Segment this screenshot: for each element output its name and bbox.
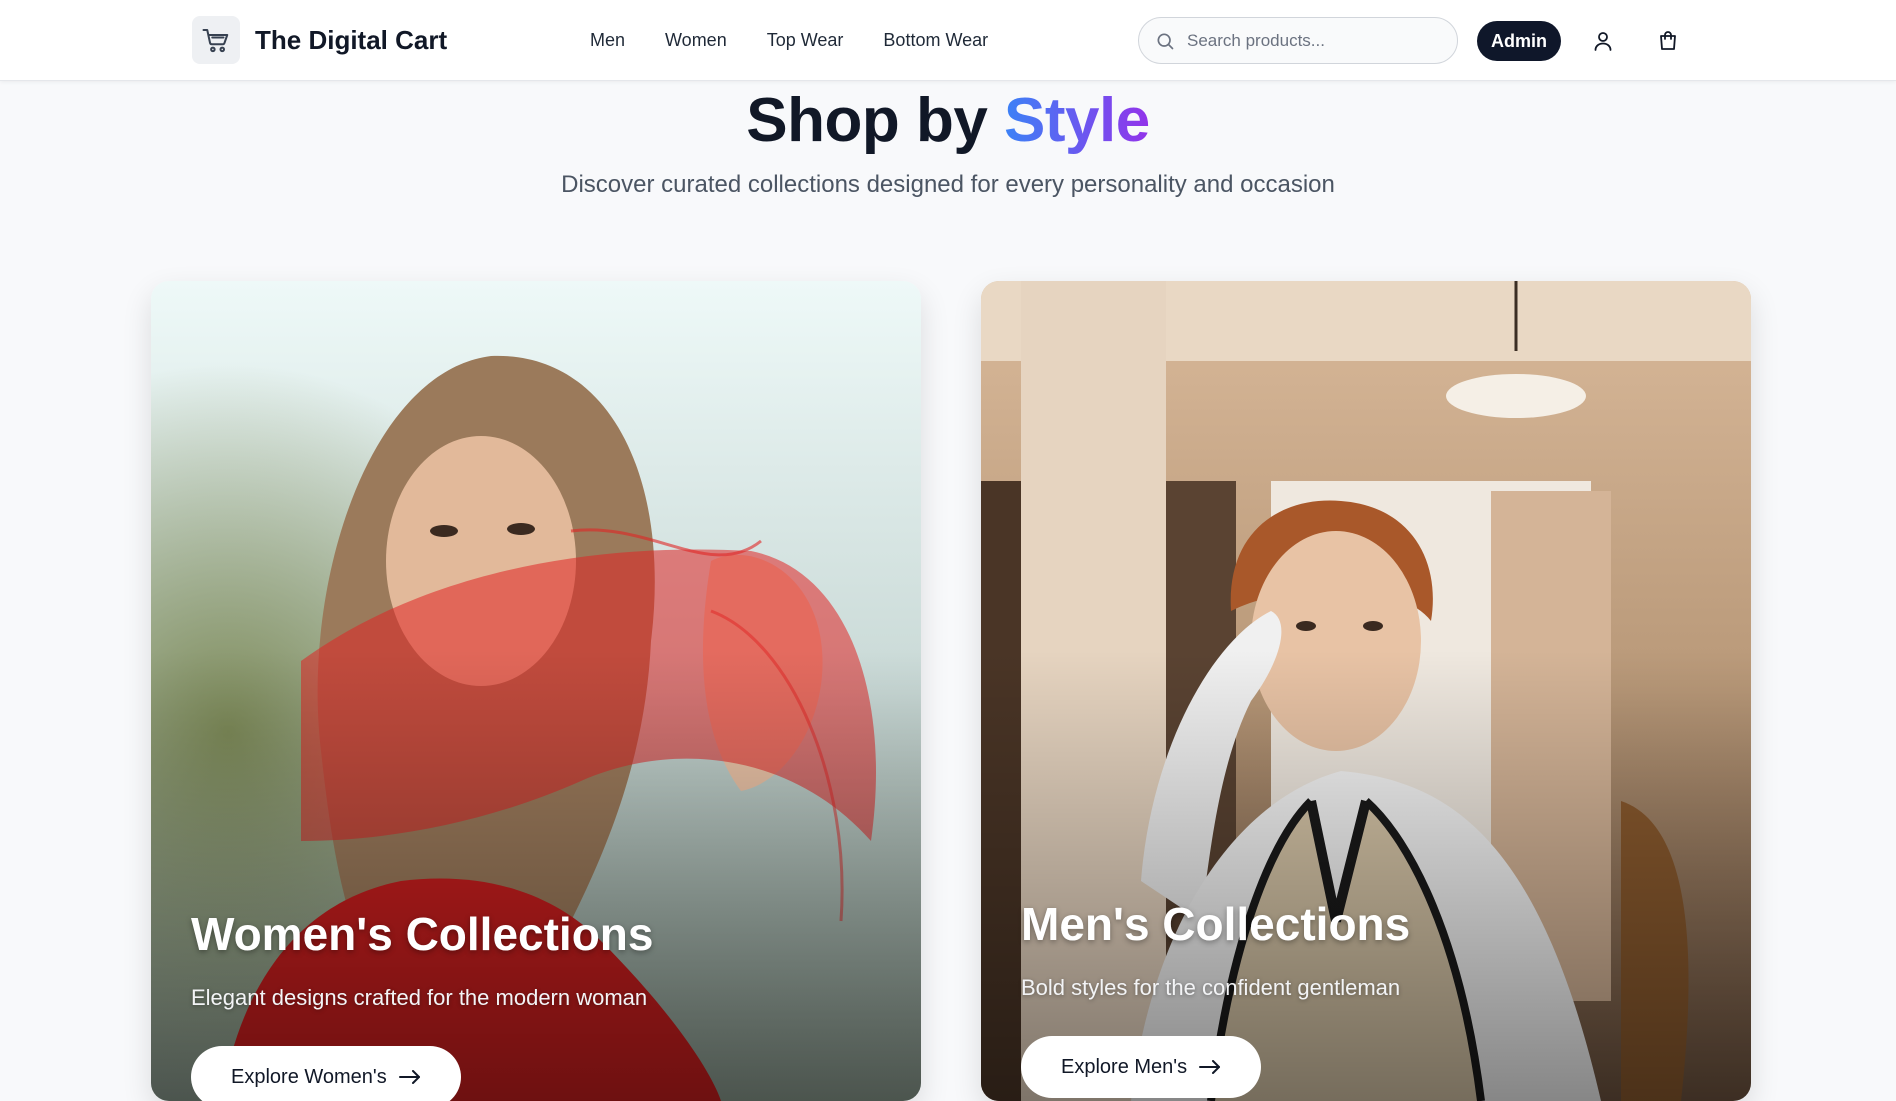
nav-link-top-wear[interactable]: Top Wear — [767, 30, 844, 51]
collection-title: Men's Collections — [1021, 898, 1411, 950]
search-bar — [1138, 17, 1458, 64]
collection-description: Elegant designs crafted for the modern w… — [191, 985, 648, 1010]
page-title-accent: Style — [1004, 86, 1150, 155]
collection-card-women[interactable]: Women's Collections Elegant designs craf… — [151, 281, 921, 1101]
user-icon — [1594, 32, 1612, 51]
page-title: Shop by Style — [0, 85, 1896, 156]
search-input[interactable] — [1187, 30, 1437, 51]
site-header: The Digital Cart Men Women Top Wear Bott… — [0, 0, 1896, 81]
shopping-cart-icon — [202, 29, 229, 53]
nav-link-men[interactable]: Men — [590, 30, 625, 51]
search-icon — [1157, 33, 1174, 49]
nav-link-bottom-wear[interactable]: Bottom Wear — [883, 30, 988, 51]
page-subtitle: Discover curated collections designed fo… — [561, 171, 1335, 198]
shopping-bag-icon — [1660, 31, 1676, 50]
card-overlay — [151, 281, 921, 1101]
page-title-main: Shop by — [746, 86, 1005, 155]
arrow-right-icon — [398, 1070, 420, 1084]
explore-button-label: Explore Women's — [231, 1065, 387, 1088]
logo[interactable] — [192, 16, 240, 64]
nav-link-women[interactable]: Women — [665, 30, 727, 51]
user-account-button[interactable] — [1588, 26, 1618, 56]
collection-card-men[interactable]: Men's Collections Bold styles for the co… — [981, 281, 1751, 1101]
cart-button[interactable] — [1653, 26, 1683, 56]
arrow-right-icon — [1199, 1060, 1221, 1074]
admin-button[interactable]: Admin — [1477, 21, 1561, 61]
collection-description: Bold styles for the confident gentleman — [1021, 975, 1401, 1000]
brand-name[interactable]: The Digital Cart — [255, 25, 447, 56]
explore-womens-button[interactable]: Explore Women's — [191, 1046, 461, 1101]
collection-title: Women's Collections — [191, 908, 654, 960]
main-nav: Men Women Top Wear Bottom Wear — [590, 30, 988, 51]
explore-mens-button[interactable]: Explore Men's — [1021, 1036, 1262, 1098]
explore-button-label: Explore Men's — [1061, 1055, 1188, 1078]
